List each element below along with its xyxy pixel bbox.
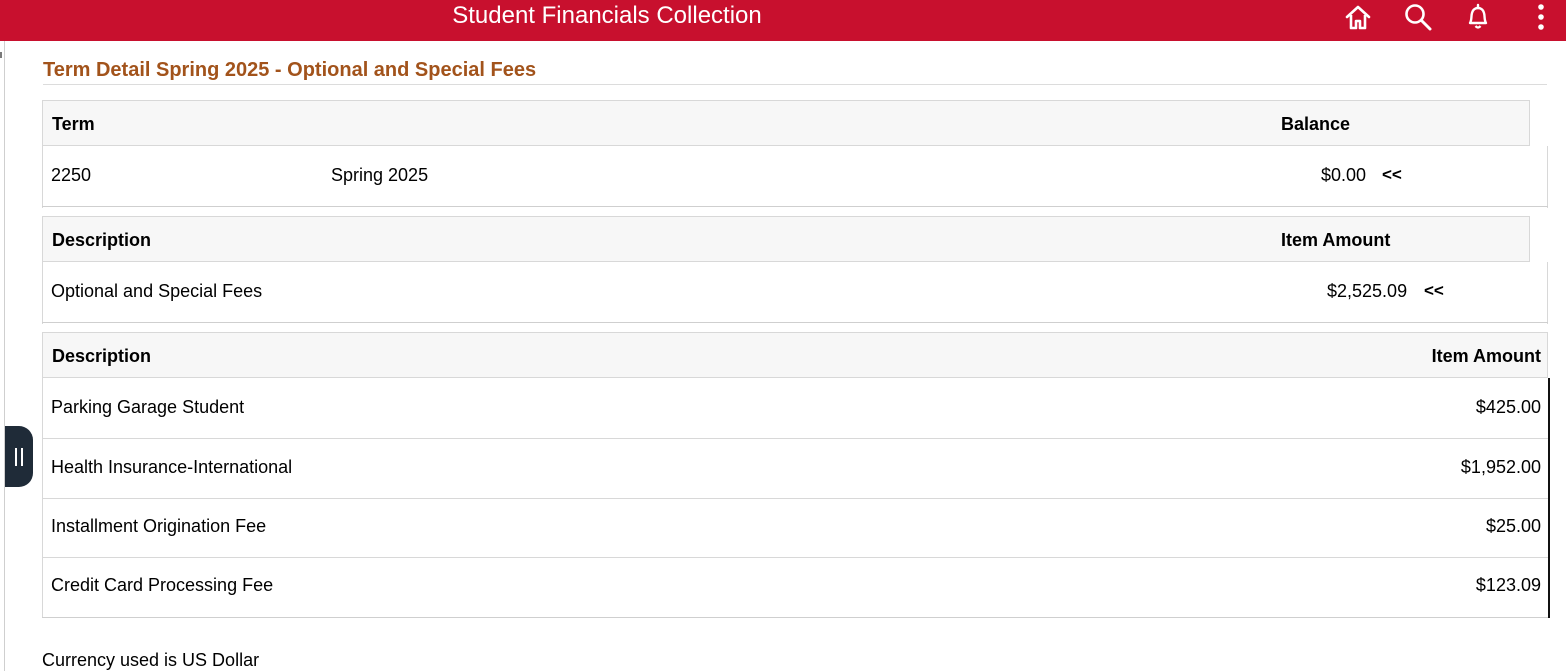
term-column-header: Term — [52, 114, 95, 134]
term-name: Spring 2025 — [331, 165, 429, 185]
category-grid-header: Description Item Amount — [42, 216, 1530, 262]
item-description: Installment Origination Fee — [51, 516, 267, 536]
grid-border — [42, 206, 1548, 207]
search-icon[interactable] — [1400, 0, 1436, 33]
category-grid: Description Item Amount Optional and Spe… — [42, 216, 1548, 324]
balance-column-header: Balance — [1281, 114, 1351, 134]
side-panel-toggle[interactable] — [5, 426, 33, 487]
collapse-category-link[interactable]: << — [1424, 281, 1444, 301]
left-frame-border — [0, 41, 5, 671]
table-row[interactable]: Installment Origination Fee $25.00 — [42, 499, 1548, 557]
table-row[interactable]: Health Insurance-International $1,952.00 — [42, 439, 1548, 498]
term-grid-header: Term Balance — [42, 100, 1530, 146]
currency-note: Currency used is US Dollar — [42, 650, 260, 670]
term-balance: $0.00 — [1321, 165, 1367, 185]
frame-marker — [0, 52, 2, 58]
item-amount-column-header: Item Amount — [1431, 346, 1541, 366]
item-amount: $425.00 — [1475, 397, 1541, 417]
category-description: Optional and Special Fees — [51, 281, 263, 301]
item-amount-column-header: Item Amount — [1281, 230, 1391, 250]
term-row[interactable]: 2250 Spring 2025 $0.00 << — [42, 146, 1548, 208]
toggle-grip-icon — [15, 447, 17, 466]
more-options-icon[interactable] — [1520, 0, 1556, 33]
description-column-header: Description — [52, 230, 152, 250]
term-grid: Term Balance 2250 Spring 2025 $0.00 << — [42, 100, 1548, 208]
items-grid: Description Item Amount Parking Garage S… — [42, 332, 1550, 620]
grid-border — [42, 617, 1548, 618]
item-description: Health Insurance-International — [51, 457, 293, 477]
collapse-term-link[interactable]: << — [1382, 165, 1402, 185]
item-amount: $123.09 — [1475, 575, 1541, 595]
item-description: Parking Garage Student — [51, 397, 245, 417]
app-header: Student Financials Collection — [0, 0, 1566, 41]
grid-border — [1547, 146, 1548, 208]
item-description: Credit Card Processing Fee — [51, 575, 274, 595]
title-divider — [43, 84, 1547, 85]
notifications-icon[interactable] — [1460, 0, 1496, 33]
grid-border — [42, 322, 1548, 323]
app-title: Student Financials Collection — [452, 2, 762, 29]
table-row[interactable]: Parking Garage Student $425.00 — [42, 378, 1548, 438]
table-row[interactable]: Credit Card Processing Fee $123.09 — [42, 558, 1548, 617]
category-amount: $2,525.09 — [1327, 281, 1408, 301]
description-column-header: Description — [52, 346, 152, 366]
grid-border — [1547, 262, 1548, 324]
item-amount: $25.00 — [1485, 516, 1541, 536]
category-row[interactable]: Optional and Special Fees $2,525.09 << — [42, 262, 1548, 324]
term-code: 2250 — [51, 165, 92, 185]
home-icon[interactable] — [1340, 0, 1376, 33]
item-amount: $1,952.00 — [1460, 457, 1541, 477]
items-grid-header: Description Item Amount — [42, 332, 1548, 378]
scroll-edge — [1548, 378, 1550, 618]
page-title: Term Detail Spring 2025 - Optional and S… — [43, 59, 537, 81]
